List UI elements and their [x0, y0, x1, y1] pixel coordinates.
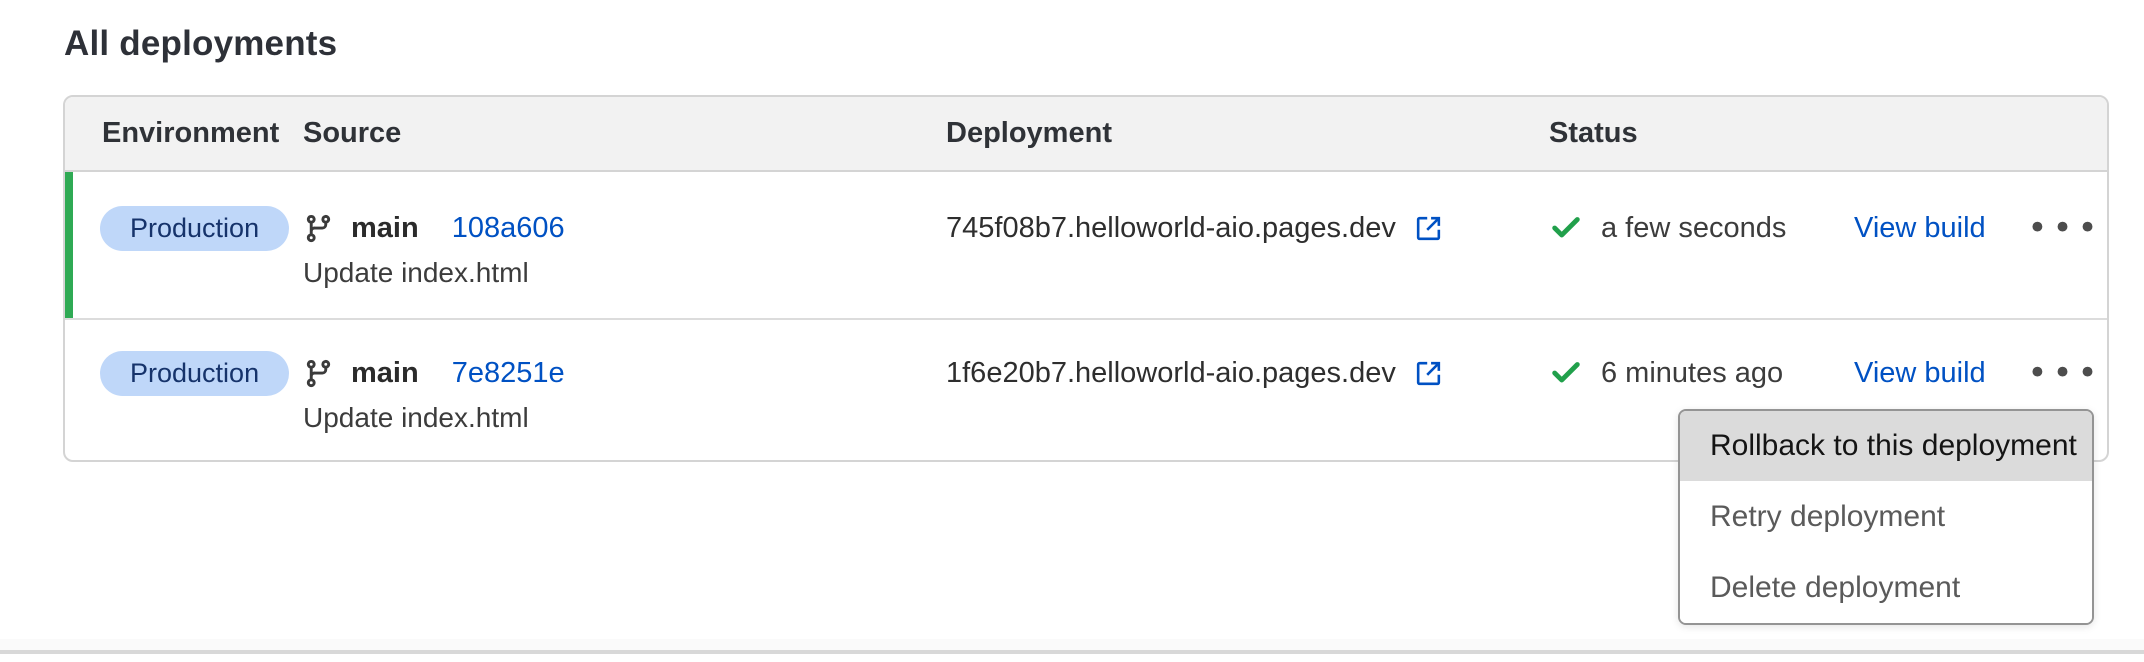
- column-header-status: Status: [1549, 97, 1638, 170]
- external-link-icon[interactable]: [1412, 211, 1446, 245]
- commit-hash-link[interactable]: 7e8251e: [452, 357, 565, 390]
- deployment-cell: 1f6e20b7.helloworld-aio.pages.dev: [946, 349, 1446, 397]
- row-actions-ellipsis-button[interactable]: •••: [2017, 205, 2112, 251]
- deployments-table: Environment Source Deployment Status Pro…: [63, 95, 2109, 462]
- git-branch-icon: [303, 213, 334, 244]
- view-build-cell: View build: [1854, 204, 1986, 252]
- external-link-icon[interactable]: [1412, 356, 1446, 390]
- commit-hash-link[interactable]: 108a606: [452, 212, 565, 245]
- success-check-icon: [1549, 356, 1583, 390]
- git-branch-icon: [303, 358, 334, 389]
- view-build-link[interactable]: View build: [1854, 357, 1986, 390]
- status-cell: a few seconds: [1549, 204, 1786, 252]
- branch-name: main: [351, 357, 419, 390]
- deployment-url: 745f08b7.helloworld-aio.pages.dev: [946, 212, 1396, 245]
- environment-badge: Production: [100, 351, 289, 396]
- environment-cell: Production: [100, 204, 289, 252]
- environment-badge: Production: [100, 206, 289, 251]
- commit-message: Update index.html: [303, 256, 529, 290]
- row-actions-context-menu: Rollback to this deployment Retry deploy…: [1678, 409, 2094, 625]
- row-menu-cell: •••: [2005, 349, 2125, 397]
- table-header-row: Environment Source Deployment Status: [65, 97, 2107, 172]
- deployment-cell: 745f08b7.helloworld-aio.pages.dev: [946, 204, 1446, 252]
- menu-item-delete[interactable]: Delete deployment: [1680, 552, 2092, 623]
- environment-cell: Production: [100, 349, 289, 397]
- view-build-link[interactable]: View build: [1854, 212, 1986, 245]
- menu-item-retry[interactable]: Retry deployment: [1680, 481, 2092, 552]
- column-header-environment: Environment: [102, 97, 279, 170]
- row-menu-cell: •••: [2005, 204, 2125, 252]
- deployment-url: 1f6e20b7.helloworld-aio.pages.dev: [946, 357, 1396, 390]
- column-header-deployment: Deployment: [946, 97, 1112, 170]
- page-title: All deployments: [64, 24, 337, 64]
- branch-name: main: [351, 212, 419, 245]
- menu-item-rollback[interactable]: Rollback to this deployment: [1680, 411, 2092, 481]
- active-deployment-indicator: [65, 172, 73, 318]
- status-time: 6 minutes ago: [1601, 357, 1783, 390]
- source-cell: main 108a606: [303, 204, 565, 252]
- commit-message: Update index.html: [303, 401, 529, 435]
- column-header-source: Source: [303, 97, 401, 170]
- source-cell: main 7e8251e: [303, 349, 565, 397]
- view-build-cell: View build: [1854, 349, 1986, 397]
- success-check-icon: [1549, 211, 1583, 245]
- row-actions-ellipsis-button[interactable]: •••: [2017, 350, 2112, 396]
- status-time: a few seconds: [1601, 212, 1786, 245]
- page-bottom-divider: [0, 639, 2144, 654]
- table-row: Production main 108a606 Update index.htm…: [65, 172, 2107, 318]
- status-cell: 6 minutes ago: [1549, 349, 1783, 397]
